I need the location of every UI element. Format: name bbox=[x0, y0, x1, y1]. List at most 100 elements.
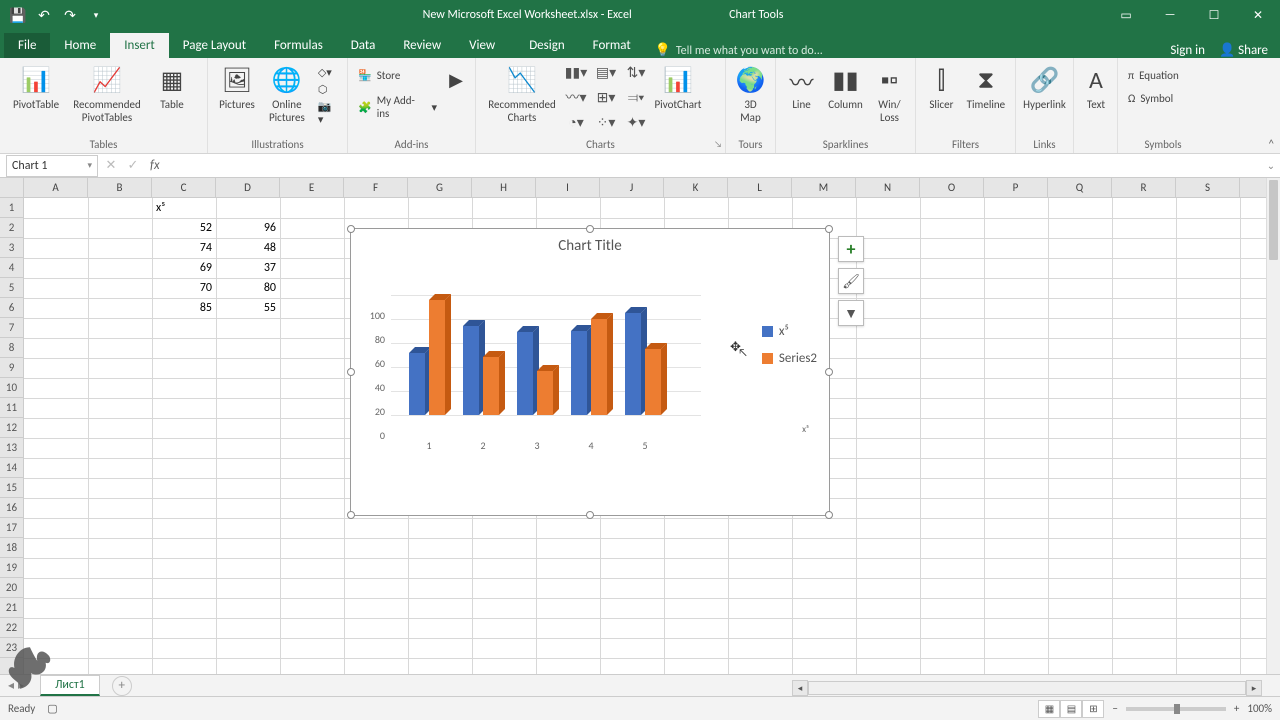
recommended-pivottables-button[interactable]: 📈Recommended PivotTables bbox=[68, 61, 146, 124]
resize-handle-se[interactable] bbox=[825, 511, 833, 519]
online-pictures-button[interactable]: 🌐Online Pictures bbox=[262, 61, 312, 124]
text-button[interactable]: AText bbox=[1080, 61, 1112, 111]
bar-Series2-3[interactable] bbox=[537, 371, 553, 415]
macro-record-icon[interactable]: ▢ bbox=[47, 702, 57, 715]
row-header-7[interactable]: 7 bbox=[0, 318, 23, 338]
cell-C4[interactable]: 69 bbox=[152, 258, 216, 278]
bar-x⁵-2[interactable] bbox=[463, 326, 479, 415]
cell-D5[interactable]: 80 bbox=[216, 278, 280, 298]
pictures-button[interactable]: 🖼Pictures bbox=[214, 61, 260, 111]
bar-x⁵-1[interactable] bbox=[409, 353, 425, 415]
resize-handle-s[interactable] bbox=[586, 511, 594, 519]
embedded-chart[interactable]: Chart Title 020406080100 12345 x⁵ x⁵ Ser… bbox=[350, 228, 830, 516]
row-header-6[interactable]: 6 bbox=[0, 298, 23, 318]
statistic-chart-icon[interactable]: ⊞▾ bbox=[594, 86, 618, 108]
row-header-8[interactable]: 8 bbox=[0, 338, 23, 358]
col-header-R[interactable]: R bbox=[1112, 178, 1176, 197]
bar-Series2-2[interactable] bbox=[483, 357, 499, 415]
expand-formula-bar-icon[interactable]: ⌄ bbox=[1262, 159, 1280, 172]
col-header-D[interactable]: D bbox=[216, 178, 280, 197]
ribbon-display-options-icon[interactable]: ▭ bbox=[1104, 0, 1148, 30]
enter-formula-icon[interactable]: ✓ bbox=[122, 155, 144, 177]
row-header-5[interactable]: 5 bbox=[0, 278, 23, 298]
combo-chart-icon[interactable]: ⫤▾ bbox=[624, 86, 648, 108]
plot-area[interactable] bbox=[391, 275, 701, 435]
row-header-12[interactable]: 12 bbox=[0, 418, 23, 438]
row-header-19[interactable]: 19 bbox=[0, 558, 23, 578]
chart-styles-button[interactable]: 🖌 bbox=[838, 268, 864, 294]
tab-format[interactable]: Format bbox=[579, 33, 645, 58]
row-header-18[interactable]: 18 bbox=[0, 538, 23, 558]
col-header-A[interactable]: A bbox=[24, 178, 88, 197]
bing-maps-button[interactable]: ▶ bbox=[443, 61, 469, 96]
save-icon[interactable]: 💾 bbox=[6, 3, 30, 27]
table-button[interactable]: ▦Table bbox=[148, 61, 196, 111]
charts-dialog-launcher[interactable]: ↘ bbox=[714, 139, 722, 150]
slicer-button[interactable]: ⫿Slicer bbox=[922, 61, 961, 111]
col-header-G[interactable]: G bbox=[408, 178, 472, 197]
row-header-21[interactable]: 21 bbox=[0, 598, 23, 618]
zoom-out-button[interactable]: − bbox=[1112, 702, 1117, 715]
maximize-icon[interactable]: ☐ bbox=[1192, 0, 1236, 30]
row-header-10[interactable]: 10 bbox=[0, 378, 23, 398]
col-header-I[interactable]: I bbox=[536, 178, 600, 197]
cell-C3[interactable]: 74 bbox=[152, 238, 216, 258]
resize-handle-nw[interactable] bbox=[347, 225, 355, 233]
hscroll-left-icon[interactable]: ◂ bbox=[792, 680, 808, 696]
col-header-O[interactable]: O bbox=[920, 178, 984, 197]
zoom-slider[interactable] bbox=[1126, 707, 1226, 711]
line-chart-icon[interactable]: 〰▾ bbox=[564, 86, 588, 108]
row-header-15[interactable]: 15 bbox=[0, 478, 23, 498]
tell-me-input[interactable]: 💡 Tell me what you want to do... bbox=[645, 43, 1171, 58]
page-break-view-button[interactable]: ⊞ bbox=[1082, 700, 1104, 718]
surface-chart-icon[interactable]: ✦▾ bbox=[624, 111, 648, 133]
col-header-B[interactable]: B bbox=[88, 178, 152, 197]
tab-insert[interactable]: Insert bbox=[110, 33, 169, 58]
sparkline-winloss-button[interactable]: ▪▫Win/ Loss bbox=[870, 61, 909, 124]
resize-handle-e[interactable] bbox=[825, 368, 833, 376]
chart-elements-button[interactable]: + bbox=[838, 236, 864, 262]
col-header-N[interactable]: N bbox=[856, 178, 920, 197]
chart-type-gallery[interactable]: ▮▮▾▤▾⇅▾ 〰▾⊞▾⫤▾ ◔▾⁘▾✦▾ bbox=[564, 61, 648, 133]
tab-view[interactable]: View bbox=[455, 33, 509, 58]
row-header-3[interactable]: 3 bbox=[0, 238, 23, 258]
col-header-P[interactable]: P bbox=[984, 178, 1048, 197]
col-header-S[interactable]: S bbox=[1176, 178, 1240, 197]
3d-map-button[interactable]: 🌍3D Map bbox=[732, 61, 769, 124]
undo-icon[interactable]: ↶ bbox=[32, 3, 56, 27]
tab-design[interactable]: Design bbox=[515, 33, 578, 58]
cell-C1[interactable]: x⁵ bbox=[152, 198, 216, 218]
row-header-9[interactable]: 9 bbox=[0, 358, 23, 378]
col-header-Q[interactable]: Q bbox=[1048, 178, 1112, 197]
symbol-button[interactable]: Ω Symbol bbox=[1124, 90, 1183, 107]
bar-Series2-5[interactable] bbox=[645, 349, 661, 415]
timeline-button[interactable]: ⧗Timeline bbox=[963, 61, 1009, 111]
recommended-charts-button[interactable]: 📉Recommended Charts bbox=[482, 61, 562, 124]
col-header-E[interactable]: E bbox=[280, 178, 344, 197]
waterfall-chart-icon[interactable]: ⇅▾ bbox=[624, 61, 648, 83]
cell-C5[interactable]: 70 bbox=[152, 278, 216, 298]
bar-Series2-1[interactable] bbox=[429, 300, 445, 415]
vertical-scroll-thumb[interactable] bbox=[1269, 180, 1278, 260]
column-chart-icon[interactable]: ▮▮▾ bbox=[564, 61, 588, 83]
row-header-14[interactable]: 14 bbox=[0, 458, 23, 478]
row-header-20[interactable]: 20 bbox=[0, 578, 23, 598]
zoom-in-button[interactable]: + bbox=[1234, 702, 1239, 715]
row-header-16[interactable]: 16 bbox=[0, 498, 23, 518]
cell-D6[interactable]: 55 bbox=[216, 298, 280, 318]
row-header-13[interactable]: 13 bbox=[0, 438, 23, 458]
sparkline-line-button[interactable]: 〰Line bbox=[782, 61, 821, 111]
tab-review[interactable]: Review bbox=[389, 33, 455, 58]
resize-handle-n[interactable] bbox=[586, 225, 594, 233]
row-header-22[interactable]: 22 bbox=[0, 618, 23, 638]
store-button[interactable]: 🏪 Store bbox=[354, 67, 441, 84]
smartart-button[interactable]: ⬡ bbox=[314, 81, 341, 98]
pivottable-button[interactable]: 📊PivotTable bbox=[6, 61, 66, 111]
name-box[interactable]: Chart 1▾ bbox=[6, 155, 98, 177]
share-button[interactable]: 👤 Share bbox=[1219, 43, 1268, 58]
pie-chart-icon[interactable]: ◔▾ bbox=[564, 111, 588, 133]
bar-x⁵-5[interactable] bbox=[625, 313, 641, 415]
cancel-formula-icon[interactable]: ✕ bbox=[100, 155, 122, 177]
tab-data[interactable]: Data bbox=[337, 33, 390, 58]
col-header-K[interactable]: K bbox=[664, 178, 728, 197]
